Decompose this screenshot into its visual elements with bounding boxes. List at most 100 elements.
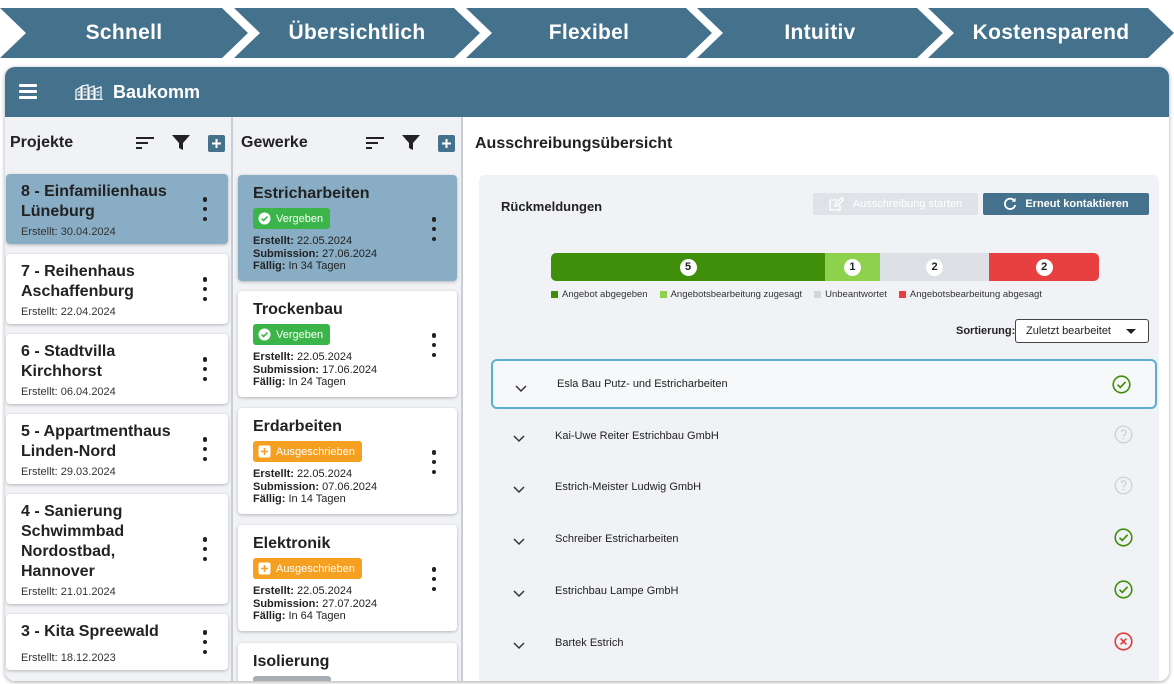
trade-card-isolierung[interactable]: Isolierung: [238, 643, 457, 681]
project-card-5[interactable]: 5 - Appartmenthaus Linden-Nord Erstellt:…: [6, 414, 228, 484]
chevron-down-icon[interactable]: [515, 380, 527, 398]
banner-item-intuitiv: Intuitiv: [697, 8, 943, 58]
more-options-icon[interactable]: [431, 567, 437, 591]
x-circle-icon: [1114, 631, 1133, 656]
feature-banner: Schnell Übersichtlich Flexibel Intuitiv …: [0, 0, 1174, 64]
more-options-icon[interactable]: [202, 357, 208, 381]
tender-icon: [258, 445, 271, 458]
add-trade-icon[interactable]: [438, 134, 455, 152]
more-options-icon[interactable]: [202, 437, 208, 461]
chevron-down-icon[interactable]: [513, 430, 525, 448]
check-circle-icon: [1112, 375, 1131, 399]
start-tender-button[interactable]: Ausschreibung starten: [813, 193, 978, 215]
company-name: Kai-Uwe Reiter Estrichbau GmbH: [555, 429, 719, 442]
more-options-icon[interactable]: [431, 333, 437, 357]
legend-item-offer-declined: Angebotsbearbeitung abgesagt: [898, 289, 1042, 300]
projects-column: Projekte 8 - Einfamilienhaus Lüneburg Er…: [5, 117, 233, 681]
legend-item-offer-promised: Angebotsbearbeitung zugesagt: [659, 289, 803, 300]
response-row[interactable]: Bartek Estrich: [491, 618, 1157, 668]
caret-down-icon: [1126, 329, 1136, 334]
legend-swatch: [814, 291, 822, 298]
trade-title: Erdarbeiten: [253, 418, 342, 435]
sort-icon[interactable]: [136, 136, 154, 150]
chevron-down-icon[interactable]: [513, 533, 525, 551]
response-row[interactable]: Estrich-Meister Ludwig GmbH: [491, 462, 1157, 512]
summary-count: 2: [1035, 258, 1053, 276]
response-row[interactable]: Esla Bau Putz- und Estricharbeiten: [491, 359, 1157, 409]
project-title: 4 - Sanierung Schwimmbad Nordostbad, Han…: [21, 503, 125, 580]
trade-card-estricharbeiten[interactable]: Estricharbeiten Vergeben Erstellt: 22.05…: [238, 175, 457, 281]
more-options-icon[interactable]: [431, 217, 437, 241]
brand[interactable]: Baukomm: [75, 82, 200, 103]
response-summary-bar: 5 1 2 2: [551, 253, 1099, 281]
legend-swatch: [898, 291, 906, 298]
summary-segment-offer-declined: 2: [989, 253, 1099, 281]
sort-icon[interactable]: [366, 136, 384, 150]
response-row[interactable]: Kai-Uwe Reiter Estrichbau GmbH: [491, 411, 1157, 461]
summary-count: 1: [843, 258, 861, 276]
page-title: Ausschreibungsübersicht: [475, 135, 673, 152]
trade-card-elektronik[interactable]: Elektronik Ausgeschrieben Erstellt: 22.0…: [238, 525, 457, 631]
check-circle-icon: [258, 328, 271, 341]
response-row[interactable]: Schreiber Estricharbeiten: [491, 514, 1157, 564]
edit-icon: [829, 197, 845, 211]
more-options-icon[interactable]: [202, 630, 208, 654]
more-options-icon[interactable]: [202, 277, 208, 301]
project-card-7[interactable]: 7 - Reihenhaus Aschaffenburg Erstellt: 2…: [6, 254, 228, 324]
check-circle-icon: [1114, 528, 1133, 552]
banner-item-uebersichtlich: Übersichtlich: [234, 8, 480, 58]
summary-segment-unanswered: 2: [879, 253, 990, 281]
project-title: 3 - Kita Spreewald: [21, 623, 159, 640]
project-title: 8 - Einfamilienhaus Lüneburg: [21, 183, 167, 220]
add-project-icon[interactable]: [208, 134, 225, 152]
company-name: Estrich-Meister Ludwig GmbH: [555, 481, 702, 494]
trade-title: Elektronik: [253, 535, 331, 552]
project-title: 5 - Appartmenthaus Linden-Nord: [21, 423, 171, 460]
question-circle-icon: [1114, 425, 1133, 449]
recontact-button[interactable]: Erneut kontaktieren: [983, 193, 1149, 215]
legend-label: Angebotsbearbeitung abgesagt: [909, 289, 1042, 300]
response-row[interactable]: Estrichbau Lampe GmbH: [491, 566, 1157, 616]
project-date: Erstellt: 29.03.2024: [21, 466, 116, 478]
check-circle-icon: [258, 212, 271, 225]
project-title: 7 - Reihenhaus Aschaffenburg: [21, 263, 135, 300]
sort-select[interactable]: Zuletzt bearbeitet: [1015, 319, 1149, 343]
sort-label: Sortierung:: [956, 325, 1016, 337]
trade-card-trockenbau[interactable]: Trockenbau Vergeben Erstellt: 22.05.2024…: [238, 291, 457, 397]
trade-meta: Erstellt: 22.05.2024 Submission: 27.07.2…: [253, 585, 378, 622]
filter-icon[interactable]: [402, 135, 420, 151]
status-badge: [253, 676, 331, 681]
project-card-8[interactable]: 8 - Einfamilienhaus Lüneburg Erstellt: 3…: [6, 174, 228, 244]
banner-item-flexibel: Flexibel: [466, 8, 712, 58]
chevron-down-icon[interactable]: [513, 637, 525, 655]
trades-header: Gewerke: [233, 117, 461, 169]
filter-icon[interactable]: [172, 135, 190, 151]
status-badge: Ausgeschrieben: [253, 441, 362, 462]
refresh-icon: [1004, 197, 1017, 210]
response-legend: Angebot abgegeben Angebotsbearbeitung zug…: [551, 289, 1042, 300]
trade-meta: Erstellt: 22.05.2024 Submission: 07.06.2…: [253, 468, 378, 505]
responses-panel: Rückmeldungen Ausschreibung starten Erne…: [479, 175, 1159, 681]
trade-title: Isolierung: [253, 653, 330, 670]
chevron-down-icon[interactable]: [513, 481, 525, 499]
summary-segment-offer-submitted: 5: [551, 253, 825, 281]
legend-label: Angebotsbearbeitung zugesagt: [670, 289, 803, 300]
project-card-6[interactable]: 6 - Stadtvilla Kirchhorst Erstellt: 06.0…: [6, 334, 228, 404]
project-card-4[interactable]: 4 - Sanierung Schwimmbad Nordostbad, Han…: [6, 494, 228, 604]
hamburger-menu-icon[interactable]: [19, 84, 39, 100]
trades-column: Gewerke Estricharbeiten Vergeben Erstell…: [233, 117, 463, 681]
more-options-icon[interactable]: [202, 197, 208, 221]
company-name: Esla Bau Putz- und Estricharbeiten: [557, 378, 728, 390]
project-date: Erstellt: 21.01.2024: [21, 586, 116, 598]
status-badge: Vergeben: [253, 208, 331, 229]
company-name: Schreiber Estricharbeiten: [555, 533, 679, 546]
more-options-icon[interactable]: [431, 450, 437, 474]
chevron-down-icon[interactable]: [513, 585, 525, 603]
panel-title: Rückmeldungen: [501, 199, 603, 214]
more-options-icon[interactable]: [202, 537, 208, 561]
legend-label: Unbeantwortet: [825, 289, 887, 300]
trade-card-erdarbeiten[interactable]: Erdarbeiten Ausgeschrieben Erstellt: 22.…: [238, 408, 457, 514]
legend-item-unanswered: Unbeantwortet: [814, 289, 887, 300]
project-card-3[interactable]: 3 - Kita Spreewald Erstellt: 18.12.2023: [6, 614, 228, 670]
summary-count: 2: [926, 258, 944, 276]
